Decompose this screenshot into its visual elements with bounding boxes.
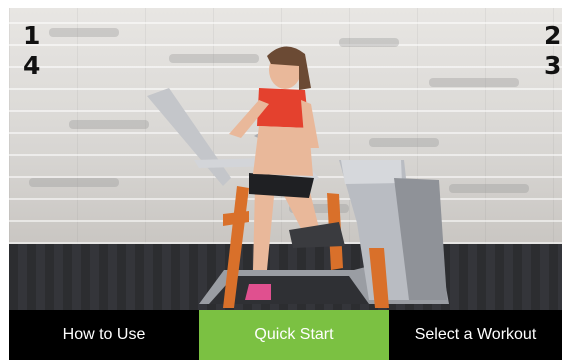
quick-start-label: Quick Start: [254, 326, 334, 343]
bottom-nav-bar: How to Use Quick Start Select a Workout: [9, 310, 562, 360]
quick-start-button[interactable]: Quick Start: [199, 310, 389, 360]
corner-number-bottom-left: 4: [23, 51, 41, 80]
how-to-use-label: How to Use: [62, 326, 146, 343]
select-a-workout-label: Select a Workout: [414, 326, 537, 343]
how-to-use-button[interactable]: How to Use: [9, 310, 199, 360]
corner-number-top-left: 1: [23, 21, 41, 50]
corner-number-bottom-right: 3: [544, 51, 562, 80]
select-a-workout-button[interactable]: Select a Workout: [389, 310, 562, 360]
elliptical-trainer-image: [147, 46, 449, 308]
video-area: 1 4 2 3 How to Use Quick Start Select a …: [9, 8, 562, 360]
corner-number-top-right: 2: [544, 21, 562, 50]
